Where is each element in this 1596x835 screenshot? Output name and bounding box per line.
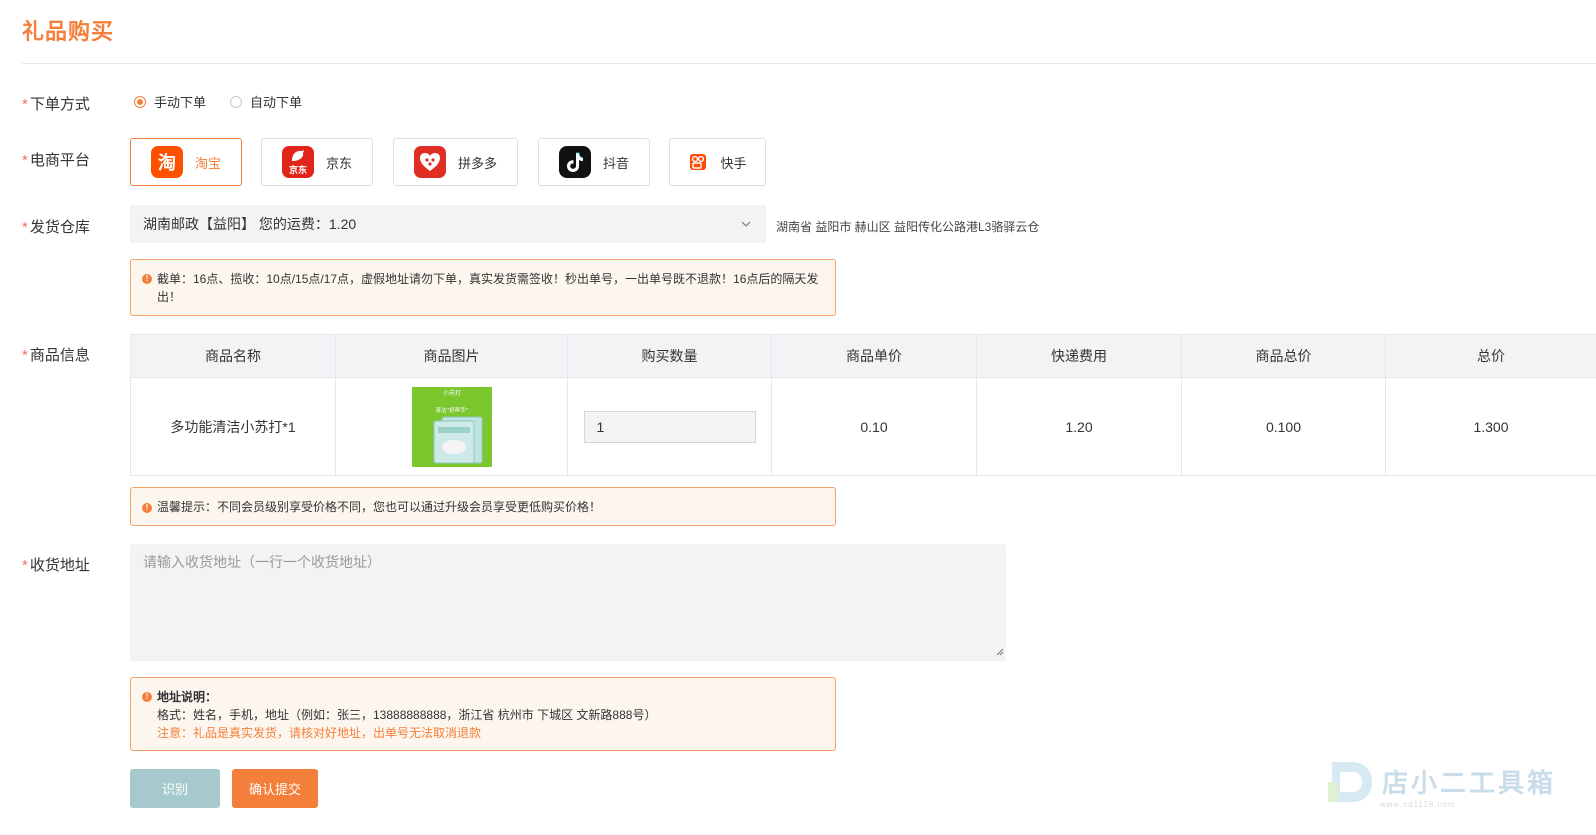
warning-icon: ! <box>142 274 152 284</box>
product-name-cell: 多功能清洁小苏打*1 <box>130 377 336 476</box>
member-price-tip: ! 温馨提示：不同会员级别享受价格不同，您也可以通过升级会员享受更低购买价格！ <box>130 487 836 526</box>
taobao-icon: 淘 <box>150 146 183 178</box>
warehouse-notice: ! 截单：16点、揽收：10点/15点/17点，虚假地址请勿下单，真实发货需签收… <box>130 259 836 316</box>
platform-taobao-label: 淘宝 <box>194 155 221 171</box>
radio-auto-label: 自动下单 <box>250 95 303 110</box>
platform-kuaishou-label: 快手 <box>720 155 747 171</box>
title-divider <box>22 63 1596 64</box>
platform-pinduoduo[interactable]: 拼多多 <box>393 138 518 186</box>
column-header: 商品名称 <box>130 334 336 378</box>
total-price-cell: 1.300 <box>1385 377 1596 476</box>
warning-icon: ! <box>142 503 152 513</box>
watermark-logo-icon <box>1328 762 1372 802</box>
warehouse-select[interactable]: 湖南邮政【益阳】 您的运费：1.20 <box>130 205 766 243</box>
warehouse-selected-value: 湖南邮政【益阳】 您的运费：1.20 <box>143 216 357 232</box>
watermark-text: 店小二工具箱 <box>1382 767 1557 798</box>
svg-text:清洁“好帮手”: 清洁“好帮手” <box>435 406 468 414</box>
radio-manual-label: 手动下单 <box>154 95 207 110</box>
submit-button[interactable]: 确认提交 <box>232 769 318 808</box>
address-placeholder: 请输入收货地址（一行一个收货地址） <box>143 554 381 570</box>
platform-douyin-label: 抖音 <box>602 155 629 171</box>
douyin-icon <box>558 146 591 178</box>
order-mode-radio-group: 手动下单 自动下单 <box>134 92 302 111</box>
recognize-button[interactable]: 识别 <box>130 769 220 808</box>
table-row: 多功能清洁小苏打*1 小苏打 清洁“好帮手” 1 0.10 1.20 0.100… <box>130 377 1596 476</box>
page-title: 礼品购买 <box>22 19 115 44</box>
watermark-url: www.sd1118.com <box>1380 800 1456 809</box>
platform-jd-label: 京东 <box>325 155 352 171</box>
member-price-tip-text: 温馨提示：不同会员级别享受价格不同，您也可以通过升级会员享受更低购买价格！ <box>157 500 602 514</box>
platform-kuaishou[interactable]: 快手 <box>669 138 766 186</box>
platform-taobao[interactable]: 淘 淘宝 <box>130 138 242 186</box>
radio-manual-order[interactable]: 手动下单 <box>134 92 206 111</box>
quantity-cell: 1 <box>567 377 772 476</box>
quantity-input[interactable]: 1 <box>583 410 756 443</box>
address-label: * 收货地址 <box>22 557 90 574</box>
resize-handle-icon[interactable] <box>996 643 1004 659</box>
platform-label: * 电商平台 <box>22 152 90 169</box>
address-textarea[interactable]: 请输入收货地址（一行一个收货地址） <box>130 544 1006 661</box>
order-mode-label: * 下单方式 <box>22 96 90 113</box>
unit-price-cell: 0.10 <box>771 377 977 476</box>
warehouse-label: * 发货仓库 <box>22 219 90 236</box>
chevron-down-icon <box>740 217 752 233</box>
column-header: 购买数量 <box>567 334 772 378</box>
product-label: * 商品信息 <box>22 347 90 364</box>
warehouse-notice-line1: 截单：16点、揽收：10点/15点/17点，虚假地址请勿下单，真实发货需签收！秒… <box>157 272 819 286</box>
product-table: 商品名称 商品图片 购买数量 商品单价 快递费用 商品总价 总价 多功能清洁小苏… <box>130 334 1596 476</box>
jd-icon: 京东 <box>281 146 314 178</box>
kuaishou-icon <box>688 152 709 172</box>
pinduoduo-icon <box>413 146 446 178</box>
address-notice-format: 格式：姓名，手机，地址（例如：张三，13888888888，浙江省 杭州市 下城… <box>157 708 657 722</box>
warehouse-notice-line2: 出！ <box>157 290 182 304</box>
product-image[interactable]: 小苏打 清洁“好帮手” <box>411 386 492 467</box>
shipping-fee-cell: 1.20 <box>976 377 1182 476</box>
platform-pinduoduo-label: 拼多多 <box>457 155 497 171</box>
radio-auto-dot[interactable] <box>230 95 243 108</box>
radio-manual-dot[interactable] <box>134 95 146 108</box>
column-header: 商品图片 <box>335 334 568 378</box>
platform-jd[interactable]: 京东 京东 <box>261 138 373 186</box>
warning-icon: ! <box>142 692 152 702</box>
radio-auto-order[interactable]: 自动下单 <box>230 92 302 111</box>
goods-total-cell: 0.100 <box>1181 377 1386 476</box>
platform-douyin[interactable]: 抖音 <box>538 138 650 186</box>
address-notice: ! 地址说明： 格式：姓名，手机，地址（例如：张三，13888888888，浙江… <box>130 677 836 751</box>
svg-text:小苏打: 小苏打 <box>442 389 460 397</box>
warehouse-address: 湖南省 益阳市 赫山区 益阳传化公路港L3骆驿云仓 <box>776 220 1040 234</box>
watermark: 店小二工具箱 www.sd1118.com <box>1326 756 1557 809</box>
table-header-row: 商品名称 商品图片 购买数量 商品单价 快递费用 商品总价 总价 <box>130 334 1596 378</box>
column-header: 商品单价 <box>771 334 977 378</box>
product-image-cell: 小苏打 清洁“好帮手” <box>335 377 568 476</box>
address-notice-title: 地址说明： <box>157 690 218 704</box>
column-header: 快递费用 <box>976 334 1182 378</box>
column-header: 总价 <box>1385 334 1596 378</box>
address-notice-warning: 注意：礼品是真实发货，请核对好地址，出单号无法取消退款 <box>157 726 482 740</box>
column-header: 商品总价 <box>1181 334 1386 378</box>
